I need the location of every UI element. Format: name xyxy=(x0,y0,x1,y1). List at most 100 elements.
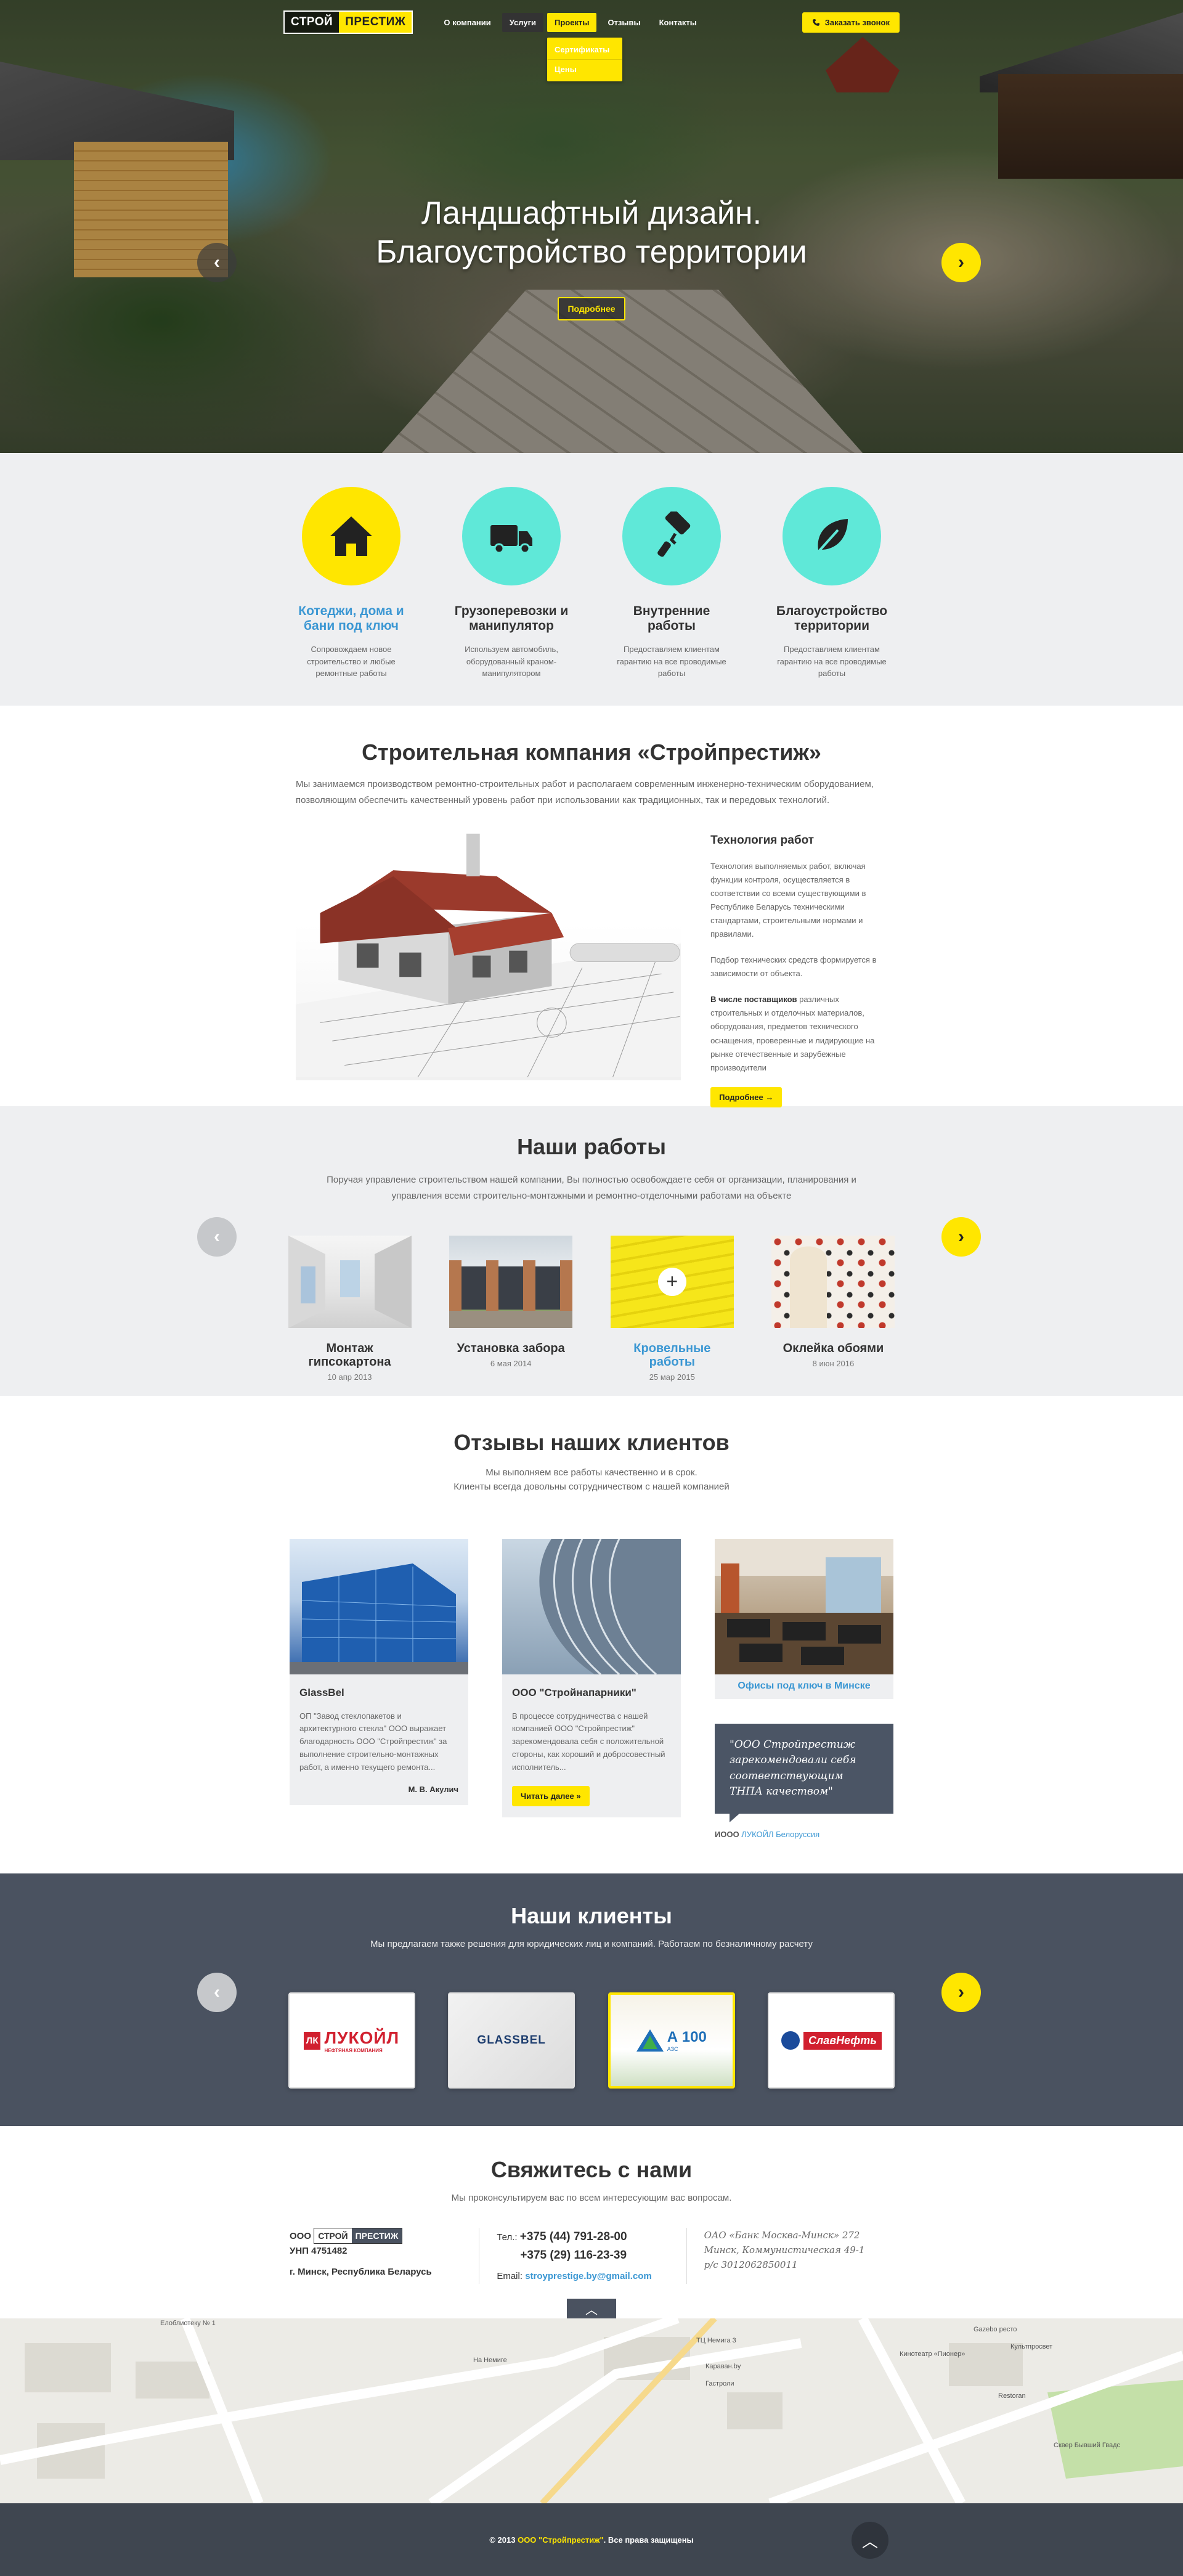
fence-photo xyxy=(449,1235,573,1328)
hero-next-arrow[interactable]: › xyxy=(941,243,981,282)
review-card-stroynaparniki[interactable]: ООО "Стройнапарники" В процессе сотрудни… xyxy=(502,1538,681,1839)
offices-caption[interactable]: Офисы под ключ в Минске xyxy=(715,1674,893,1699)
service-interior[interactable]: Внутренние работы Предоставляем клиентам… xyxy=(610,487,733,680)
chevron-left-icon: ‹ xyxy=(214,1982,220,2002)
email-label: Email: xyxy=(497,2270,523,2281)
phone-2[interactable]: +375 (29) 116-23-39 xyxy=(520,2249,627,2262)
drywall-photo xyxy=(288,1235,412,1328)
lukoil-logo-mark: ЛК xyxy=(303,2031,321,2050)
quote-author-link[interactable]: ЛУКОЙЛ Белоруссия xyxy=(741,1830,819,1839)
clients-title: Наши клиенты xyxy=(511,1903,672,1928)
review-card-offices[interactable]: Офисы под ключ в Минске "ООО Стройпрести… xyxy=(715,1538,893,1839)
logo[interactable]: СТРОЙ ПРЕСТИЖ xyxy=(283,10,413,34)
works-title: Наши работы xyxy=(517,1134,666,1159)
chevron-up-icon: ︿ xyxy=(861,2532,878,2551)
work-item[interactable]: Монтаж гипсокартона 10 апр 2013 xyxy=(288,1235,412,1382)
company-city: г. Минск, Республика Беларусь xyxy=(290,2267,432,2278)
quote-author-prefix: ИООО xyxy=(715,1829,742,1839)
contact-phones: Тел.: +375 (44) 791-28-00 +375 (29) 116-… xyxy=(479,2228,686,2284)
map-toggle-tab[interactable]: ︿ xyxy=(567,2299,616,2318)
mini-logo-left: СТРОЙ xyxy=(318,2231,348,2241)
client-lukoil[interactable]: ЛК ЛУКОЙЛ НЕФТЯНАЯ КОМПАНИЯ xyxy=(288,1992,415,2089)
slavneft-name: СлавНефть xyxy=(803,2031,882,2050)
service-landscaping[interactable]: Благоустройство территории Предоставляем… xyxy=(770,487,893,680)
reviews-sub: Мы выполняем все работы качественно и в … xyxy=(0,1465,1183,1494)
a100-logo-icon xyxy=(636,2029,664,2052)
quote-author: ИООО ЛУКОЙЛ Белоруссия xyxy=(715,1830,893,1839)
work-date: 25 мар 2015 xyxy=(649,1372,695,1382)
service-title: Внутренние работы xyxy=(633,604,710,634)
mini-logo-right: ПРЕСТИЖ xyxy=(351,2228,402,2244)
review-card-glassbel[interactable]: GlassBel ОП "Завод стеклопакетов и архит… xyxy=(290,1538,468,1839)
service-cottages[interactable]: Котеджи, дома и бани под ключ Сопровожда… xyxy=(290,487,413,680)
call-request-button[interactable]: Заказать звонок xyxy=(802,12,900,33)
copyright-company[interactable]: ООО "Стройпрестиж" xyxy=(518,2535,604,2545)
glassbel-name: GLASSBEL xyxy=(477,2034,546,2047)
technology-block: Технология работ Технология выполняемых … xyxy=(710,821,887,1107)
truck-icon xyxy=(462,487,561,585)
hero-more-button[interactable]: Подробнее xyxy=(558,296,625,320)
main-menu: О компании Услуги Проекты Сертификаты Це… xyxy=(436,12,704,81)
work-title: Кровельные работы xyxy=(633,1341,711,1369)
services-section: Котеджи, дома и бани под ключ Сопровожда… xyxy=(0,453,1183,706)
works-prev-arrow[interactable]: ‹ xyxy=(197,1217,237,1257)
nav-projects[interactable]: Проекты xyxy=(547,12,597,32)
copyright-prefix: © 2013 xyxy=(489,2535,518,2545)
map-label: Restoran xyxy=(998,2392,1026,2400)
map-label: Гастроли xyxy=(705,2380,734,2387)
work-item[interactable]: Оклейка обоями 8 июн 2016 xyxy=(771,1235,895,1382)
map[interactable]: Елоблиотеку № 1 На Немиге ТЦ Немига 3 Ка… xyxy=(0,2318,1183,2503)
work-item[interactable]: Установка забора 6 мая 2014 xyxy=(449,1235,573,1382)
clients-next-arrow[interactable]: › xyxy=(941,1973,981,2012)
client-a100[interactable]: А 100 АЗС xyxy=(608,1992,735,2089)
work-date: 8 июн 2016 xyxy=(812,1358,855,1368)
map-roads xyxy=(0,2318,1183,2503)
nav-reviews[interactable]: Отзывы xyxy=(600,13,648,32)
client-glassbel[interactable]: GLASSBEL xyxy=(448,1992,575,2089)
map-label: Сквер Бывший Гвадс xyxy=(1054,2442,1121,2449)
about-section: Строительная компания «Стройпрестиж» Мы … xyxy=(0,706,1183,1107)
reviews-sub-line1: Мы выполняем все работы качественно и в … xyxy=(486,1467,697,1478)
office-tower-photo xyxy=(502,1538,681,1674)
nav-about[interactable]: О компании xyxy=(436,13,498,32)
hero-prev-arrow[interactable]: ‹ xyxy=(197,243,237,282)
technology-text-3: В числе поставщиков различных строительн… xyxy=(710,993,887,1075)
service-transport[interactable]: Грузоперевозки и манипулятор Используем … xyxy=(450,487,573,680)
service-text: Предоставляем клиентам гарантию на все п… xyxy=(777,645,887,679)
footer: © 2013 ООО "Стройпрестиж". Все права защ… xyxy=(0,2503,1183,2576)
reviews-title: Отзывы наших клиентов xyxy=(453,1430,730,1455)
technology-text-1: Технология выполняемых работ, включая фу… xyxy=(710,861,866,939)
nav-services[interactable]: Услуги xyxy=(502,12,544,32)
email-link[interactable]: stroyprestige.by@gmail.com xyxy=(525,2271,652,2281)
contacts-title: Свяжитесь с нами xyxy=(490,2157,693,2182)
dropdown-certificates[interactable]: Сертификаты xyxy=(547,40,622,59)
service-text: Сопровождаем новое строительство и любые… xyxy=(307,645,396,679)
clients-sub: Мы предлагаем также решения для юридичес… xyxy=(370,1939,813,1949)
suppliers-label: В числе поставщиков xyxy=(710,995,797,1005)
nav-contacts[interactable]: Контакты xyxy=(652,13,704,32)
about-more-button[interactable]: Подробнее → xyxy=(710,1086,783,1107)
bank-details: ОАО «Банк Москва-Минск» 272 Минск, Комму… xyxy=(686,2228,893,2284)
works-intro-line1: Поручая управление строительством нашей … xyxy=(327,1175,856,1185)
tel-label: Тел.: xyxy=(497,2232,518,2243)
review-text: В процессе сотрудничества с нашей компан… xyxy=(512,1711,665,1772)
clients-prev-arrow[interactable]: ‹ xyxy=(197,1973,237,2012)
map-label: Караван.by xyxy=(705,2363,741,2370)
chevron-left-icon: ‹ xyxy=(214,252,220,272)
hero-title-line1: Ландшафтный дизайн. xyxy=(421,195,762,231)
top-navigation: СТРОЙ ПРЕСТИЖ О компании Услуги Проекты … xyxy=(0,10,1183,81)
read-more-button[interactable]: Читать далее » xyxy=(512,1786,590,1807)
work-item[interactable]: + Кровельные работы 25 мар 2015 xyxy=(610,1235,734,1382)
service-text: Предоставляем клиентам гарантию на все п… xyxy=(617,645,726,679)
house-icon xyxy=(302,487,400,585)
dropdown-prices[interactable]: Цены xyxy=(547,59,623,79)
map-label: На Немиге xyxy=(473,2357,507,2364)
client-slavneft[interactable]: СлавНефть xyxy=(768,1992,895,2089)
suppliers-text: различных строительных и отделочных мате… xyxy=(710,995,875,1072)
company-unp: УНП 4751482 xyxy=(290,2246,348,2257)
scroll-top-button[interactable]: ︿ xyxy=(852,2522,888,2559)
phone-1[interactable]: +375 (44) 791-28-00 xyxy=(520,2230,627,2243)
works-next-arrow[interactable]: › xyxy=(941,1217,981,1257)
zoom-plus-icon[interactable]: + xyxy=(657,1267,686,1296)
clients-section: Наши клиенты Мы предлагаем также решения… xyxy=(0,1873,1183,2126)
